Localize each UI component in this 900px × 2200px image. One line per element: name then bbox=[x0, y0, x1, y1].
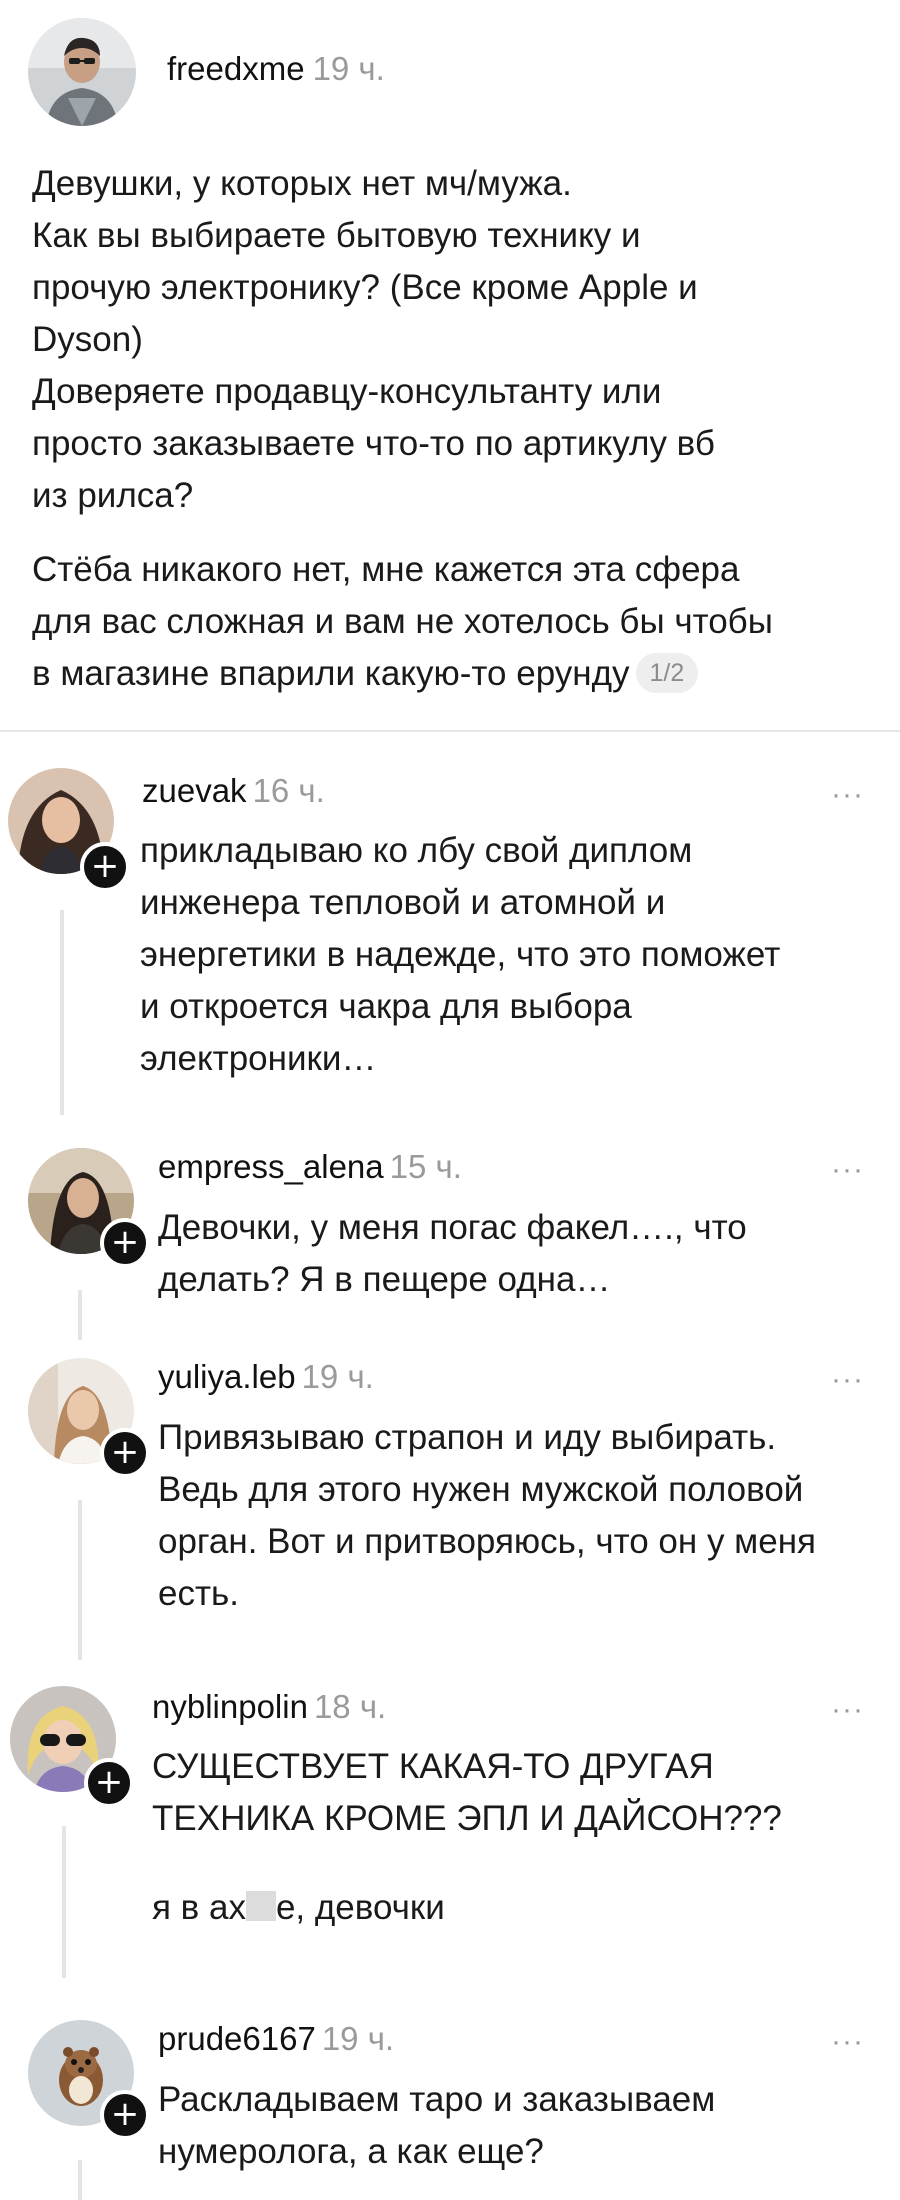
comment-line: энергетики в надежде, что это поможет bbox=[140, 935, 781, 974]
comment-text: Раскладываем таро и заказываем нумеролог… bbox=[158, 2074, 898, 2178]
more-options-icon[interactable]: ··· bbox=[831, 1153, 864, 1187]
comment-username[interactable]: zuevak bbox=[142, 772, 247, 809]
comment-line: и откроется чакра для выбора bbox=[140, 987, 632, 1026]
post-line: Стёба никакого нет, мне кажется эта сфер… bbox=[32, 550, 740, 589]
comment-line: есть. bbox=[158, 1574, 239, 1613]
follow-plus-icon[interactable]: + bbox=[100, 1428, 150, 1478]
thread-line bbox=[78, 2160, 82, 2200]
comment-text: Привязываю страпон и иду выбирать. Ведь … bbox=[158, 1412, 898, 1620]
comment-text: Девочки, у меня погас факел…., что делат… bbox=[158, 1202, 898, 1306]
censored-word bbox=[245, 1891, 276, 1921]
post-line-text: в магазине впарили какую-то ерунду bbox=[32, 654, 630, 693]
post-author-name[interactable]: freedxme 19 ч. bbox=[167, 50, 385, 88]
more-options-icon[interactable]: ··· bbox=[831, 1693, 864, 1727]
comment-line: ТЕХНИКА КРОМЕ ЭПЛ И ДАЙСОН??? bbox=[152, 1799, 782, 1838]
post-author-avatar[interactable] bbox=[28, 18, 136, 126]
post-line: Доверяете продавцу-консультанту или bbox=[32, 372, 662, 411]
follow-plus-icon[interactable]: + bbox=[80, 842, 130, 892]
comment-line: электроники… bbox=[140, 1039, 377, 1078]
comment-line: СУЩЕСТВУЕТ КАКАЯ-ТО ДРУГАЯ bbox=[152, 1747, 714, 1786]
comment-timestamp: 19 ч. bbox=[321, 2020, 395, 2057]
thread-line bbox=[78, 1500, 82, 1660]
post-line: просто заказываете что-то по артикулу вб bbox=[32, 424, 715, 463]
comment-timestamp: 18 ч. bbox=[313, 1688, 387, 1725]
comment-text: прикладываю ко лбу свой диплом инженера … bbox=[140, 825, 880, 1085]
comment-username[interactable]: empress_alena bbox=[158, 1148, 384, 1185]
comment-author[interactable]: prude6167 19 ч. bbox=[158, 2020, 394, 2058]
comment-line: инженера тепловой и атомной и bbox=[140, 883, 666, 922]
comment-timestamp: 16 ч. bbox=[252, 772, 325, 809]
comment-line: прикладываю ко лбу свой диплом bbox=[140, 831, 693, 870]
comment-text-extra: я в ах е, девочки bbox=[152, 1882, 892, 1934]
comment-author[interactable]: zuevak 16 ч. bbox=[142, 772, 325, 810]
post-line: Девушки, у которых нет мч/мужа. bbox=[32, 164, 572, 203]
thread-line bbox=[60, 910, 64, 1115]
comment-line-start: я в ах bbox=[152, 1888, 246, 1927]
comment-timestamp: 15 ч. bbox=[389, 1148, 462, 1185]
comment-line-end: е, девочки bbox=[275, 1888, 445, 1927]
post-divider bbox=[0, 730, 900, 732]
post-paragraph-2: Стёба никакого нет, мне кажется эта сфер… bbox=[32, 544, 872, 700]
post-timestamp: 19 ч. bbox=[312, 50, 385, 87]
page-indicator-badge[interactable]: 1/2 bbox=[635, 653, 699, 693]
comment-author[interactable]: yuliya.leb 19 ч. bbox=[158, 1358, 374, 1396]
follow-plus-icon[interactable]: + bbox=[100, 2090, 150, 2140]
comment-line: Раскладываем таро и заказываем bbox=[158, 2080, 716, 2119]
comment-timestamp: 19 ч. bbox=[301, 1358, 374, 1395]
more-options-icon[interactable]: ··· bbox=[831, 778, 864, 812]
comment-author[interactable]: empress_alena 15 ч. bbox=[158, 1148, 462, 1186]
post-line: в магазине впарили какую-то ерунду 1/2 bbox=[32, 648, 872, 700]
post-line: Dyson) bbox=[32, 320, 143, 359]
comment-username[interactable]: nyblinpolin bbox=[152, 1688, 308, 1725]
comment-line: Девочки, у меня погас факел…., что bbox=[158, 1208, 747, 1247]
comment-line: делать? Я в пещере одна… bbox=[158, 1260, 611, 1299]
comment-line: орган. Вот и притворяюсь, что он у меня bbox=[158, 1522, 816, 1561]
post-username[interactable]: freedxme bbox=[167, 50, 305, 87]
thread-line bbox=[78, 1290, 82, 1340]
comment-text: СУЩЕСТВУЕТ КАКАЯ-ТО ДРУГАЯ ТЕХНИКА КРОМЕ… bbox=[152, 1741, 892, 1845]
comment-username[interactable]: prude6167 bbox=[158, 2020, 316, 2057]
post-line: прочую электронику? (Все кроме Apple и bbox=[32, 268, 698, 307]
post-paragraph-1: Девушки, у которых нет мч/мужа. Как вы в… bbox=[32, 158, 872, 522]
post-line: из рилса? bbox=[32, 476, 194, 515]
more-options-icon[interactable]: ··· bbox=[831, 2025, 864, 2059]
comment-author[interactable]: nyblinpolin 18 ч. bbox=[152, 1688, 386, 1726]
comment-line: нумеролога, а как еще? bbox=[158, 2132, 544, 2171]
comment-line: Ведь для этого нужен мужской половой bbox=[158, 1470, 804, 1509]
comment-line: Привязываю страпон и иду выбирать. bbox=[158, 1418, 777, 1457]
post-line: для вас сложная и вам не хотелось бы что… bbox=[32, 602, 773, 641]
follow-plus-icon[interactable]: + bbox=[100, 1218, 150, 1268]
thread-line bbox=[62, 1826, 66, 1978]
comment-username[interactable]: yuliya.leb bbox=[158, 1358, 296, 1395]
post-body: Девушки, у которых нет мч/мужа. Как вы в… bbox=[32, 158, 872, 722]
comment-line: я в ах е, девочки bbox=[152, 1882, 892, 1934]
more-options-icon[interactable]: ··· bbox=[831, 1363, 864, 1397]
post-line: Как вы выбираете бытовую технику и bbox=[32, 216, 641, 255]
follow-plus-icon[interactable]: + bbox=[84, 1758, 134, 1808]
